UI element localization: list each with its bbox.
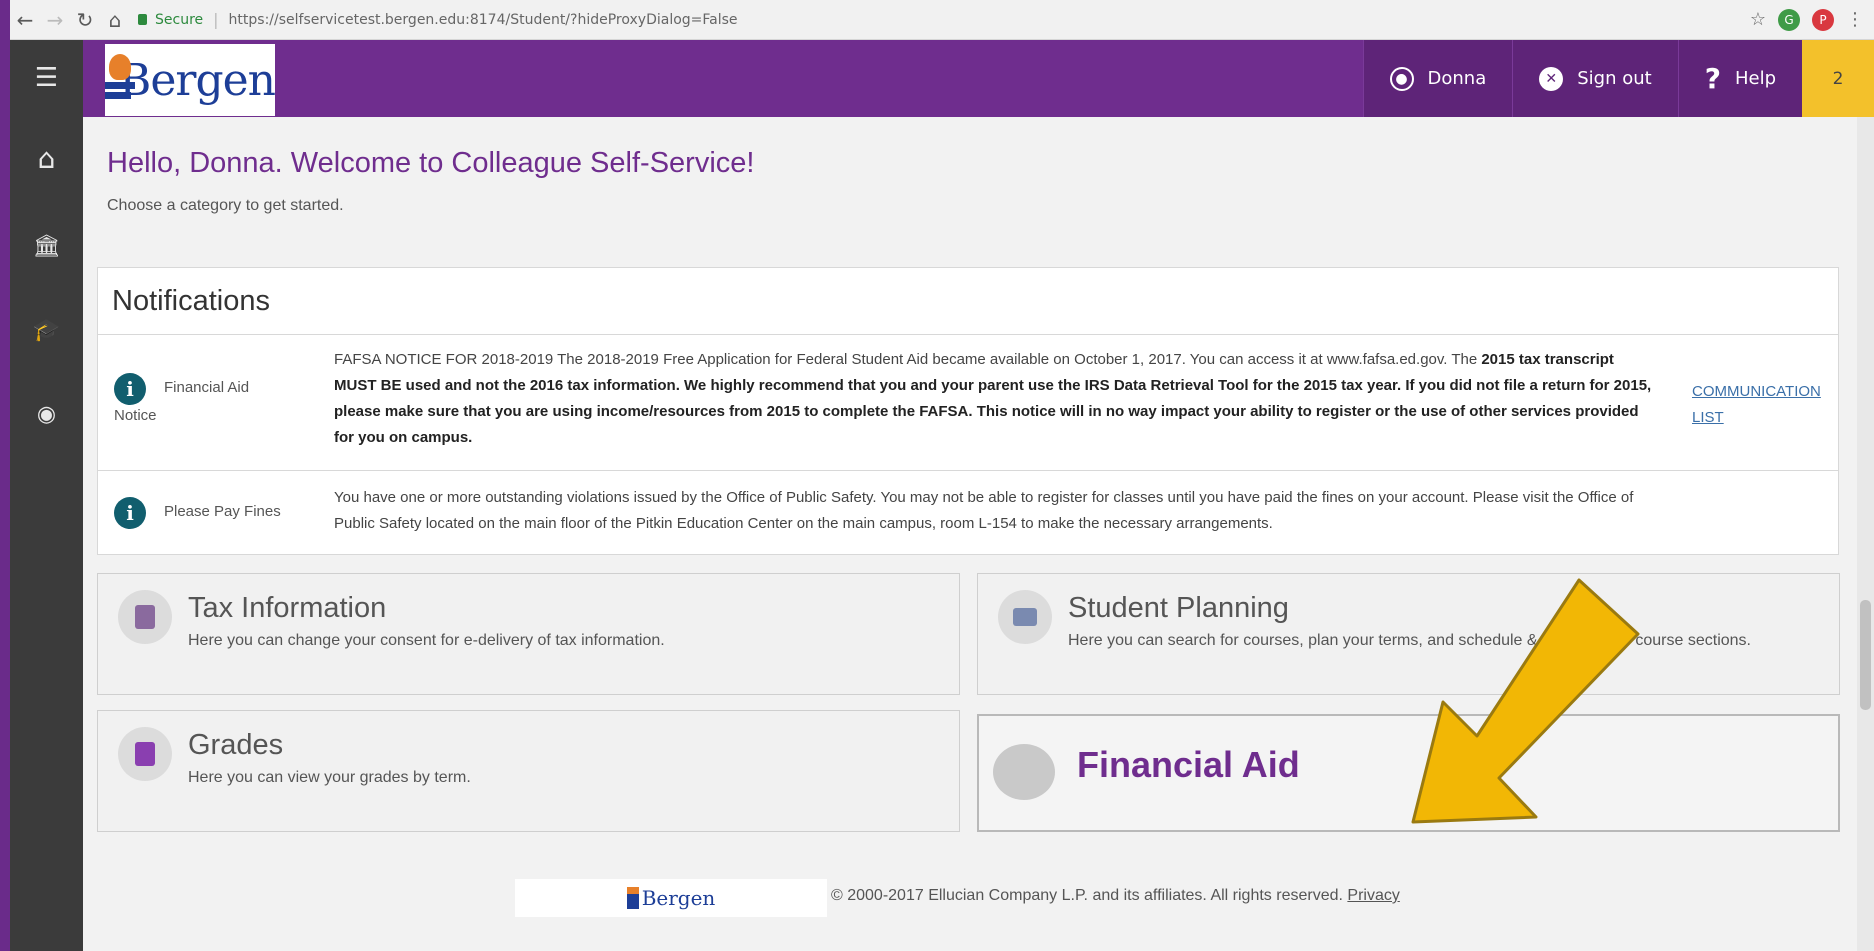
notification-row: i Please Pay Fines You have one or more … (98, 471, 1838, 555)
page-scrollbar[interactable] (1857, 117, 1874, 951)
reload-icon[interactable]: ↻ (70, 5, 100, 35)
forward-icon[interactable]: → (40, 5, 70, 35)
help-button[interactable]: ? Help (1677, 40, 1802, 117)
bookmark-star-icon[interactable]: ☆ (1750, 9, 1766, 30)
copyright-text: © 2000-2017 Ellucian Company L.P. and it… (831, 887, 1343, 904)
user-label: Donna (1427, 68, 1487, 89)
url-separator: | (213, 10, 219, 29)
left-nav: ☰ ⌂ 🏛 🎓 ◉ (10, 40, 83, 951)
user-circle-icon[interactable]: ◉ (10, 394, 83, 434)
footer-copyright: © 2000-2017 Ellucian Company L.P. and it… (831, 887, 1400, 905)
footer-logo-flame-icon (626, 887, 639, 909)
tax-document-icon (118, 590, 172, 644)
communication-list-link[interactable]: COMMUNICATION LIST (1692, 379, 1822, 431)
notifications-panel: Notifications i Financial Aid Notice FAF… (97, 267, 1839, 555)
tile-description: Here you can change your consent for e-d… (188, 632, 665, 649)
browser-menu-icon[interactable]: ⋮ (1846, 9, 1864, 30)
notification-message: You have one or more outstanding violati… (334, 489, 1634, 532)
back-icon[interactable]: ← (10, 5, 40, 35)
page-subtitle: Choose a category to get started. (107, 197, 344, 214)
info-icon: i (114, 497, 146, 529)
sign-out-button[interactable]: ✕ Sign out (1512, 40, 1678, 117)
privacy-link[interactable]: Privacy (1347, 887, 1399, 904)
graduation-cap-icon[interactable]: 🎓 (10, 310, 83, 350)
notification-count-badge[interactable]: 2 (1802, 40, 1874, 117)
tile-title: Tax Information (188, 592, 387, 624)
question-icon: ? (1704, 62, 1721, 95)
footer-logo-text: Bergen (641, 886, 716, 910)
notifications-heading: Notifications (98, 268, 1838, 335)
app-header: Bergen ● Donna ✕ Sign out ? Help 2 (83, 40, 1874, 117)
main-content: Hello, Donna. Welcome to Colleague Self-… (83, 117, 1857, 951)
institution-icon[interactable]: 🏛 (10, 226, 83, 266)
financial-aid-icon (993, 744, 1055, 800)
notification-category: Please Pay Fines (164, 503, 281, 520)
browser-toolbar: ← → ↻ ⌂ Secure | https://selfservicetest… (10, 0, 1874, 40)
secure-label: Secure (155, 11, 204, 28)
home-icon[interactable]: ⌂ (10, 138, 83, 178)
notification-message-text: FAFSA NOTICE FOR 2018-2019 The 2018-2019… (334, 351, 1482, 368)
notification-message: FAFSA NOTICE FOR 2018-2019 The 2018-2019… (334, 347, 1654, 451)
tile-title: Financial Aid (1077, 744, 1300, 785)
help-label: Help (1734, 68, 1776, 89)
extension-red-icon[interactable]: P (1812, 8, 1834, 31)
tile-title: Grades (188, 729, 284, 761)
lock-icon (138, 14, 147, 25)
user-icon: ● (1389, 66, 1414, 91)
tax-information-tile[interactable]: Tax Information Here you can change your… (97, 573, 960, 695)
notification-row: i Financial Aid Notice FAFSA NOTICE FOR … (98, 335, 1838, 471)
sign-out-label: Sign out (1577, 68, 1652, 89)
notification-category-sub: Notice (114, 407, 157, 424)
annotation-arrow-icon (1411, 578, 1640, 824)
screenshot-frame: ← → ↻ ⌂ Secure | https://selfservicetest… (0, 0, 1874, 951)
tile-title: Student Planning (1068, 592, 1289, 624)
address-bar[interactable]: https://selfservicetest.bergen.edu:8174/… (229, 12, 738, 28)
scrollbar-thumb[interactable] (1860, 600, 1871, 710)
header-actions: ● Donna ✕ Sign out ? Help 2 (1362, 40, 1874, 117)
close-circle-icon: ✕ (1539, 66, 1564, 91)
grades-icon (118, 727, 172, 781)
footer: Bergen © 2000-2017 Ellucian Company L.P.… (83, 851, 1857, 951)
notification-category: Financial Aid (164, 379, 250, 396)
browser-actions: ☆ G P ⋮ (1750, 8, 1874, 31)
user-button[interactable]: ● Donna (1362, 40, 1513, 117)
page-title: Hello, Donna. Welcome to Colleague Self-… (107, 147, 755, 179)
logo-flame-icon (105, 54, 135, 106)
grades-tile[interactable]: Grades Here you can view your grades by … (97, 710, 960, 832)
menu-icon[interactable]: ☰ (10, 58, 83, 98)
home-browser-icon[interactable]: ⌂ (100, 5, 130, 35)
footer-logo: Bergen (515, 879, 827, 917)
secure-badge[interactable]: Secure (138, 12, 203, 28)
bergen-logo[interactable]: Bergen (105, 44, 276, 116)
logo-text: Bergen (119, 54, 276, 106)
calendar-icon (998, 590, 1052, 644)
info-icon: i (114, 373, 146, 405)
extension-green-icon[interactable]: G (1778, 8, 1800, 31)
tile-description: Here you can view your grades by term. (188, 769, 471, 786)
